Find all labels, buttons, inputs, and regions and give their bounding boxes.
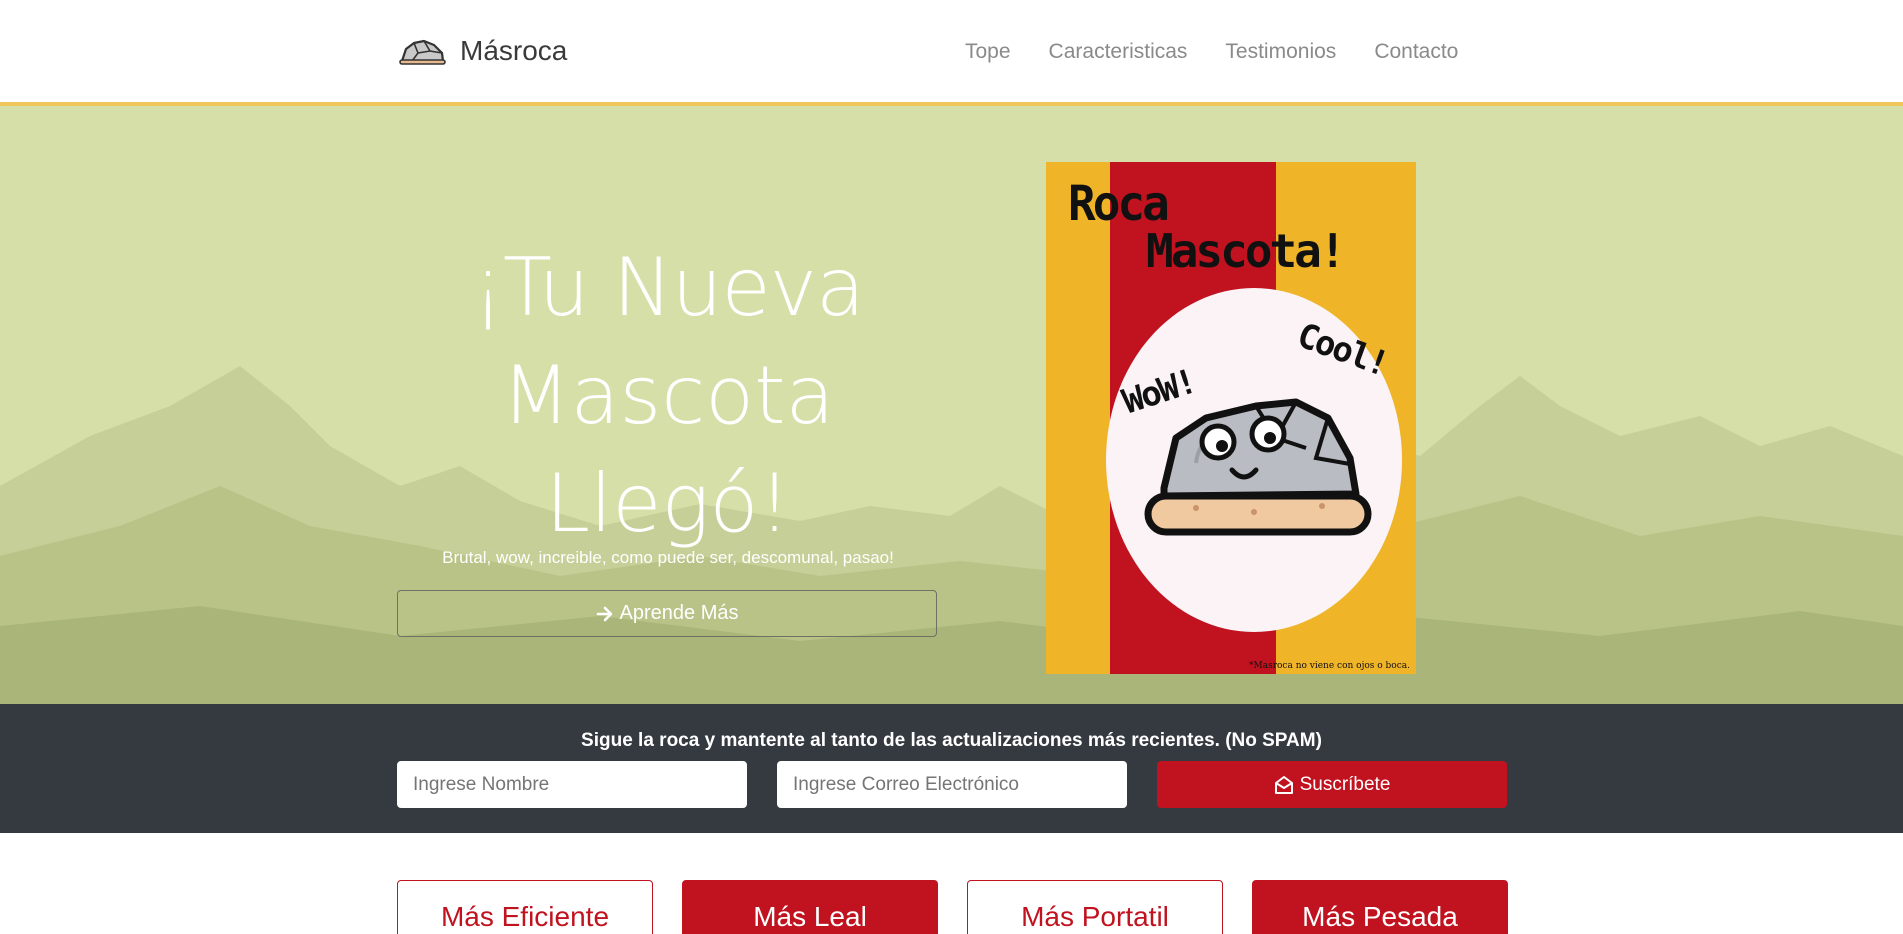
arrow-right-icon [596,606,612,621]
features-section: Más Eficiente Más Leal Más Portatil Más … [0,833,1903,934]
name-input[interactable] [397,761,747,808]
envelope-open-icon [1274,775,1293,794]
nav-link-contacto[interactable]: Contacto [1374,40,1458,64]
brand-link[interactable]: Másroca [398,30,567,72]
rock-character-illustration [1144,398,1372,536]
mountain-background [0,366,1903,704]
hero-title-line3: Llegó! [545,457,791,550]
rock-pet-poster: Roca Mascota! WoW! Cool! *Masroca no vie… [1046,162,1416,674]
poster-title-line1: Roca [1068,174,1170,232]
nav-menu: Tope Caracteristicas Testimonios Contact… [965,40,1458,64]
hero-section: ¡Tu Nueva Mascota Llegó! Brutal, wow, in… [0,106,1903,704]
nav-link-tope[interactable]: Tope [965,40,1011,64]
hero-title-line1: ¡Tu Nueva [471,241,865,334]
subscribe-button[interactable]: Suscríbete [1157,761,1507,808]
nav-link-testimonios[interactable]: Testimonios [1225,40,1336,64]
learn-more-button[interactable]: Aprende Más [397,590,937,637]
nav-link-caracteristicas[interactable]: Caracteristicas [1049,40,1188,64]
feature-card-portatil: Más Portatil [967,880,1223,934]
poster-footnote: *Masroca no viene con ojos o boca. [1249,661,1410,671]
feature-card-eficiente: Más Eficiente [397,880,653,934]
subscribe-button-label: Suscríbete [1299,773,1391,795]
feature-card-pesada: Más Pesada [1252,880,1508,934]
brand-name: Másroca [460,35,568,66]
subscribe-text: Sigue la roca y mantente al tanto de las… [581,730,1322,751]
poster-title-line2: Mascota! [1146,224,1347,278]
rock-icon [399,39,446,65]
navbar: Másroca Tope Caracteristicas Testimonios… [0,0,1903,106]
feature-card-leal: Más Leal [682,880,938,934]
subscribe-section: Sigue la roca y mantente al tanto de las… [0,704,1903,833]
email-input[interactable] [777,761,1127,808]
hero-title-line2: Mascota [501,349,835,442]
hero-subtitle: Brutal, wow, increible, como puede ser, … [442,548,894,567]
hero-title: ¡Tu Nueva Mascota Llegó! [398,234,938,558]
learn-more-label: Aprende Más [619,602,739,624]
